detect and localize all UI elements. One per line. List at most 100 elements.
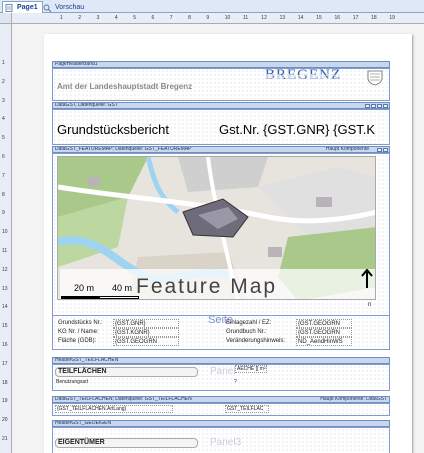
field-artlang[interactable]: {GST_TEILFLÄCHEN.ArtLang} bbox=[55, 405, 173, 413]
ruler-tick-label: 6 bbox=[151, 15, 155, 21]
ruler-tick-label: 2 bbox=[2, 78, 5, 85]
band-header-featuremap[interactable]: DataGST_FEATUREMAP; Datenquelle: GST_FEA… bbox=[52, 146, 390, 153]
band-header-data-teilflaechen[interactable]: DataGST_TEILFLÄCHEN; Datenquelle: GST_TE… bbox=[52, 396, 390, 403]
label-grundstuecks-nr: Grundstücks Nr.: bbox=[58, 320, 103, 326]
field-flaeche-m2[interactable]: AECHE [] m² bbox=[235, 365, 267, 373]
ruler-tick-label: 18 bbox=[371, 15, 377, 21]
preview-icon bbox=[43, 4, 52, 12]
ruler-tick-label: 8 bbox=[188, 15, 191, 21]
map-caption: Feature Map bbox=[136, 275, 278, 298]
ruler-tick-label: 16 bbox=[2, 342, 8, 348]
field-grundbuch[interactable]: {GST.GEOGRN bbox=[296, 328, 352, 337]
ruler-tick-label: 17 bbox=[352, 15, 359, 21]
scale-label-20: 20 m bbox=[74, 283, 95, 293]
tab-page1[interactable]: Page1 bbox=[2, 1, 43, 13]
ruler-tick-label: 5 bbox=[133, 15, 136, 21]
ruler-tick-label: 18 bbox=[2, 379, 8, 386]
band-right-label: Haupt Komponente bbox=[325, 146, 369, 152]
eigentuemer-title: EIGENTÜMER bbox=[58, 439, 105, 446]
field-gst-geogrn[interactable]: {GST.GEOGRN bbox=[113, 337, 179, 346]
horizontal-ruler[interactable]: 1 2 3 4 5 6 7 8 9 10 11 12 13 14 15 16 17 18 19 bbox=[12, 13, 424, 24]
ruler-tick-label: 1 bbox=[60, 15, 63, 21]
label-kg-nr: KG Nr. / Name: bbox=[58, 329, 99, 335]
north-label: n bbox=[368, 302, 372, 308]
ruler-tick-label: 19 bbox=[2, 398, 8, 405]
band-label: HeaderGST_GEOEIGEN bbox=[55, 420, 112, 426]
ruler-tick-label: 4 bbox=[2, 116, 5, 123]
ruler-tick-label: 2 bbox=[78, 15, 82, 21]
band-header-teilflaechen[interactable]: HeaderGST_TEILFLÄCHEN bbox=[52, 357, 390, 364]
band-label: DataGST, Datenquelle: GST bbox=[55, 102, 118, 108]
band-right-label: Haupt Komponente: DataGST bbox=[320, 396, 387, 402]
field-einlagezahl[interactable]: {GST.GEOGRN bbox=[296, 319, 352, 328]
scale-bar bbox=[61, 296, 139, 299]
band-header-geoeigen[interactable]: HeaderGST_GEOEIGEN bbox=[52, 420, 390, 427]
field-teilflaeche[interactable]: GST_TEILFLÄC bbox=[225, 405, 269, 413]
teilflaechen-title: TEILFLÄCHEN bbox=[58, 368, 107, 375]
tab-label: Page1 bbox=[17, 4, 38, 11]
field-gst-gnr[interactable]: {GST.GNR} bbox=[113, 319, 179, 328]
north-arrow-icon bbox=[361, 269, 373, 288]
band-label: HeaderGST_TEILFLÄCHEN bbox=[55, 357, 119, 363]
brand-reflection: BREGENZ bbox=[265, 72, 342, 80]
ruler-tick-label: 19 bbox=[389, 15, 395, 21]
ruler-tick-label: 14 bbox=[2, 304, 8, 311]
ruler-tick-label: 10 bbox=[224, 15, 231, 21]
ruler-tick-label: 5 bbox=[2, 135, 5, 142]
tab-label: Vorschau bbox=[55, 4, 85, 11]
ruler-tick-label: 17 bbox=[2, 360, 8, 367]
ruler-tick-label: 15 bbox=[2, 323, 8, 330]
ruler-tick-label: 9 bbox=[2, 210, 5, 217]
feature-map-image[interactable]: Feature Map 20 m 40 m bbox=[57, 156, 376, 300]
band-header-datagst[interactable]: DataGST, Datenquelle: GST bbox=[52, 102, 390, 109]
ruler-tick-label: 3 bbox=[96, 15, 100, 21]
ghost-panel-label: Panel bbox=[210, 366, 236, 377]
ruler-tick-label: 7 bbox=[169, 15, 173, 21]
ruler-tick-label: 11 bbox=[243, 15, 249, 21]
band-label: DataGST_TEILFLÄCHEN; Datenquelle: GST_TE… bbox=[55, 396, 192, 402]
ruler-tick-label: 12 bbox=[2, 266, 8, 273]
ghost-panel3-label: Panel3 bbox=[210, 437, 242, 448]
org-text: Amt der Landeshauptstadt Bregenz bbox=[57, 82, 193, 91]
band-label: DataGST_FEATUREMAP; Datenquelle: GST_FEA… bbox=[55, 146, 192, 152]
ruler-tick-label: 12 bbox=[261, 15, 267, 21]
question-mark: ? bbox=[234, 379, 237, 385]
ruler-tick-label: 11 bbox=[2, 248, 8, 254]
vertical-ruler[interactable]: 1 2 3 4 5 6 7 8 9 10 11 12 13 14 15 16 17 18 19 20 21 bbox=[0, 24, 12, 453]
ruler-tick-label: 13 bbox=[2, 285, 8, 292]
ruler-tick-label: 15 bbox=[316, 15, 322, 21]
ruler-tick-label: 9 bbox=[206, 15, 210, 21]
coat-of-arms-icon bbox=[367, 70, 383, 86]
ruler-tick-label: 21 bbox=[2, 436, 8, 442]
label-einlagezahl: Einlagezahl / EZ: bbox=[226, 320, 272, 326]
ruler-tick-label: 3 bbox=[2, 97, 5, 104]
label-veraenderung: Veränderungshinweis: bbox=[226, 338, 286, 344]
scale-label-40: 40 m bbox=[112, 283, 133, 293]
ruler-tick-label: 6 bbox=[2, 154, 5, 160]
ruler-tick-label: 7 bbox=[2, 172, 5, 179]
ruler-corner bbox=[0, 13, 12, 24]
ruler-tick-label: 13 bbox=[279, 15, 286, 21]
band-label: PageHeaderBand1 bbox=[55, 61, 98, 67]
field-aendhinws[interactable]: ND_AendHinWS bbox=[296, 337, 352, 346]
page-header-band[interactable]: Amt der Landeshauptstadt Bregenz BREGENZ… bbox=[52, 67, 390, 101]
data-teilflaechen-band[interactable]: {GST_TEILFLÄCHEN.ArtLang} GST_TEILFLÄC bbox=[52, 403, 390, 416]
label-flaeche: Fläche (GDB): bbox=[58, 338, 97, 344]
field-gst-kgnr[interactable]: {GST.KGNR} bbox=[113, 328, 179, 337]
column-benutzungsart: Benutzungsart bbox=[56, 379, 89, 385]
ruler-tick-label: 14 bbox=[297, 15, 304, 21]
data-gst-band[interactable]: Grundstücksbericht Gst.Nr. {GST.GNR} {GS… bbox=[52, 109, 390, 145]
tab-vorschau[interactable]: Vorschau bbox=[40, 1, 89, 13]
label-grundbuch: Grundbuch Nr.: bbox=[226, 329, 267, 335]
page-icon bbox=[5, 4, 13, 12]
ruler-tick-label: 8 bbox=[2, 191, 5, 198]
ruler-tick-label: 4 bbox=[114, 15, 118, 21]
ruler-tick-label: 10 bbox=[2, 229, 8, 236]
tab-bar: Page1 Vorschau bbox=[0, 0, 424, 13]
header-teilflaechen-band[interactable]: TEILFLÄCHEN Panel AECHE [] m² Benutzungs… bbox=[52, 364, 390, 391]
gst-number-field: Gst.Nr. {GST.GNR} {GST.K bbox=[219, 122, 376, 137]
ruler-tick-label: 16 bbox=[334, 15, 341, 21]
ruler-tick-label: 20 bbox=[2, 417, 8, 424]
ruler-tick-label: 1 bbox=[2, 60, 5, 66]
header-geoeigen-band[interactable]: EIGENTÜMER Panel3 bbox=[52, 427, 390, 453]
